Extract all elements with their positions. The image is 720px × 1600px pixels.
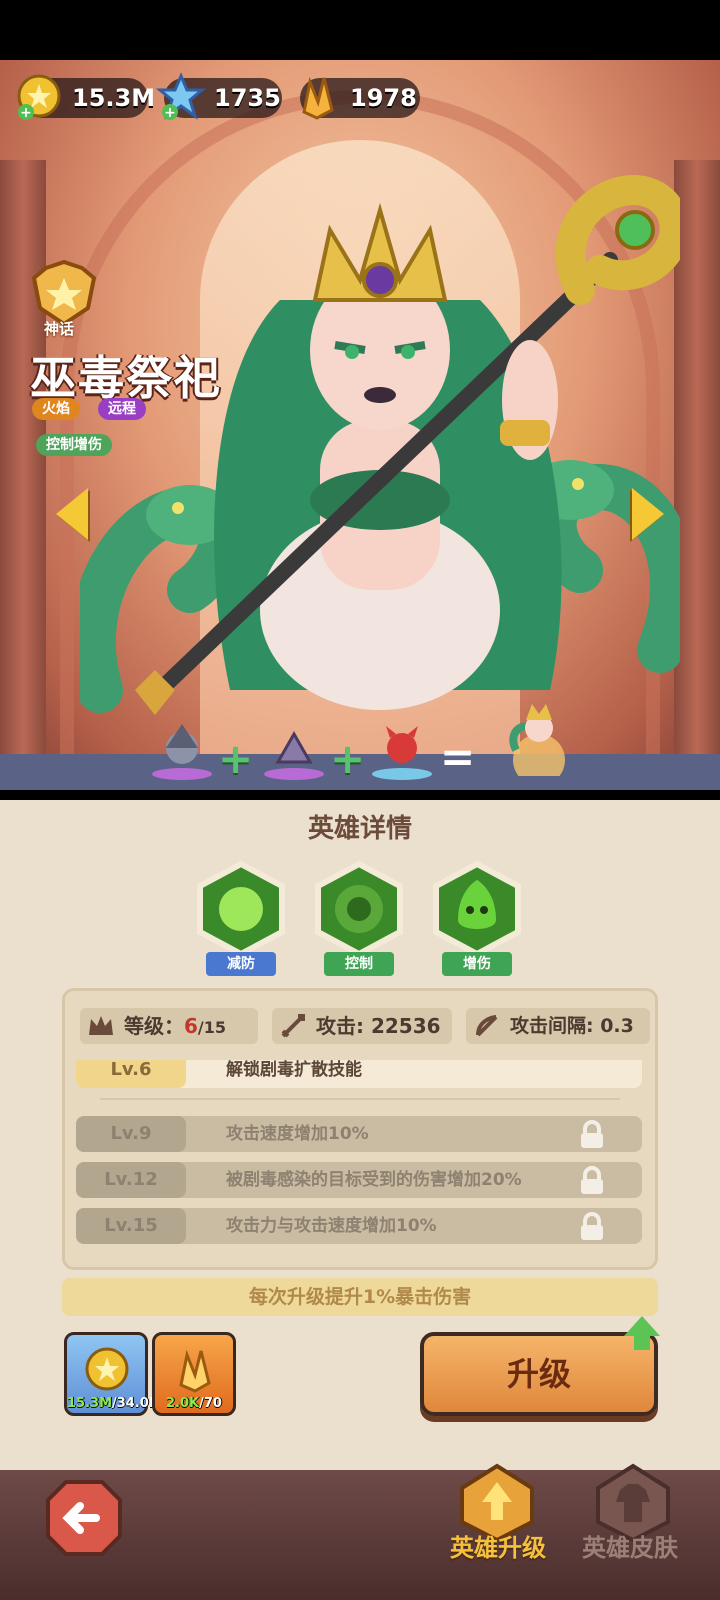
crown-icon <box>89 1016 113 1035</box>
unlock-level: Lv.6 <box>76 1060 186 1088</box>
status-bar <box>0 0 720 60</box>
rarity-label: 神话 <box>44 320 75 338</box>
gold-cost-text: 15.3M/34.0K <box>67 1396 159 1411</box>
gold-coin-icon: + <box>17 74 61 121</box>
role-tag: 控制增伤 <box>36 434 112 456</box>
divider <box>100 1098 620 1100</box>
interval-value: 攻击间隔: 0.3 <box>510 1015 634 1037</box>
crystal-need: /70 <box>199 1396 222 1411</box>
unlock-level: Lv.15 <box>76 1208 186 1244</box>
unlock-desc: 解锁剧毒扩散技能 <box>226 1060 362 1080</box>
crystal-cost-text: 2.0K/70 <box>155 1396 233 1411</box>
level-stat: 等级：6/15 <box>80 1008 258 1044</box>
damage-boost-skill-icon[interactable] <box>428 860 526 958</box>
upgrade-bonus-text: 每次升级提升1%暴击伤害 <box>62 1278 658 1316</box>
unlock-list-clip: Lv.6 解锁剧毒扩散技能 <box>76 1060 642 1092</box>
nav-hero-skin[interactable]: 英雄皮肤 <box>582 1528 678 1563</box>
next-hero-arrow[interactable] <box>632 488 664 540</box>
unlock-row: Lv.12 被剧毒感染的目标受到的伤害增加20% <box>76 1162 642 1198</box>
svg-text:+: + <box>164 105 176 121</box>
unlock-desc: 攻击速度增加10% <box>226 1124 369 1144</box>
range-tag: 远程 <box>98 398 146 420</box>
gold-cost-slot[interactable]: 15.3M/34.0K <box>64 1332 159 1416</box>
upgrade-label: 升级 <box>506 1355 571 1393</box>
unlock-level: Lv.12 <box>76 1162 186 1198</box>
plus-icon: + <box>218 734 254 783</box>
lock-icon <box>581 1166 603 1194</box>
crystal-have: 2.0K <box>166 1396 200 1411</box>
bow-icon <box>476 1015 498 1037</box>
upgrade-arrow-stem <box>634 1336 650 1350</box>
skill-label: 控制 <box>324 952 394 976</box>
unlock-row: Lv.15 攻击力与攻击速度增加10% <box>76 1208 642 1244</box>
level-label: 等级： <box>124 1014 184 1038</box>
diamond-counter[interactable]: + 1735 <box>156 72 282 121</box>
defense-down-skill-icon[interactable] <box>192 860 290 958</box>
crystal-counter[interactable]: 1978 <box>300 76 420 120</box>
control-skill-icon[interactable] <box>310 860 408 958</box>
panel-title: 英雄详情 <box>307 814 412 844</box>
plus-icon: + <box>330 734 366 783</box>
result-hero-icon[interactable] <box>496 690 582 776</box>
back-arrow-icon[interactable] <box>44 1478 124 1558</box>
unlock-level: Lv.9 <box>76 1116 186 1152</box>
crystal-icon <box>302 76 334 120</box>
right-pillar <box>674 160 720 790</box>
skill-label: 减防 <box>206 952 276 976</box>
left-pillar <box>0 160 46 790</box>
diamond-icon: + <box>156 72 206 121</box>
wizard-unit-icon[interactable] <box>150 718 214 782</box>
attack-stat: 攻击: 22536 <box>272 1008 452 1044</box>
equals-icon: = <box>440 732 476 781</box>
skill-label: 增伤 <box>442 952 512 976</box>
unlock-row: Lv.6 解锁剧毒扩散技能 <box>76 1060 642 1088</box>
lock-icon <box>581 1120 603 1148</box>
gold-coin-icon <box>85 1347 129 1391</box>
demon-unit-icon[interactable] <box>370 718 434 782</box>
upgrade-button[interactable]: 升级 <box>420 1332 658 1416</box>
nav-hero-upgrade[interactable]: 英雄升级 <box>450 1528 546 1563</box>
gold-have: 15.3M <box>67 1396 113 1411</box>
hero-illustration <box>80 175 680 715</box>
gold-counter[interactable]: + 15.3M <box>17 74 155 121</box>
unlock-desc: 被剧毒感染的目标受到的伤害增加20% <box>226 1170 522 1190</box>
lock-icon <box>581 1212 603 1240</box>
attack-value: 攻击: 22536 <box>316 1014 441 1038</box>
level-max: /15 <box>197 1018 227 1037</box>
crystal-cost-slot[interactable]: 2.0K/70 <box>152 1332 236 1416</box>
unlock-row: Lv.9 攻击速度增加10% <box>76 1116 642 1152</box>
crystal-icon <box>179 1349 211 1393</box>
level-current: 6 <box>184 1014 198 1038</box>
interval-stat: 攻击间隔: 0.3 <box>466 1008 650 1044</box>
svg-text:+: + <box>20 105 32 121</box>
upgrade-arrow-icon <box>624 1316 660 1336</box>
prev-hero-arrow[interactable] <box>56 488 88 540</box>
sword-icon <box>281 1014 305 1038</box>
crystal-unit-icon[interactable] <box>262 718 326 782</box>
element-tag: 火焰 <box>32 398 80 420</box>
unlock-desc: 攻击力与攻击速度增加10% <box>226 1216 437 1236</box>
